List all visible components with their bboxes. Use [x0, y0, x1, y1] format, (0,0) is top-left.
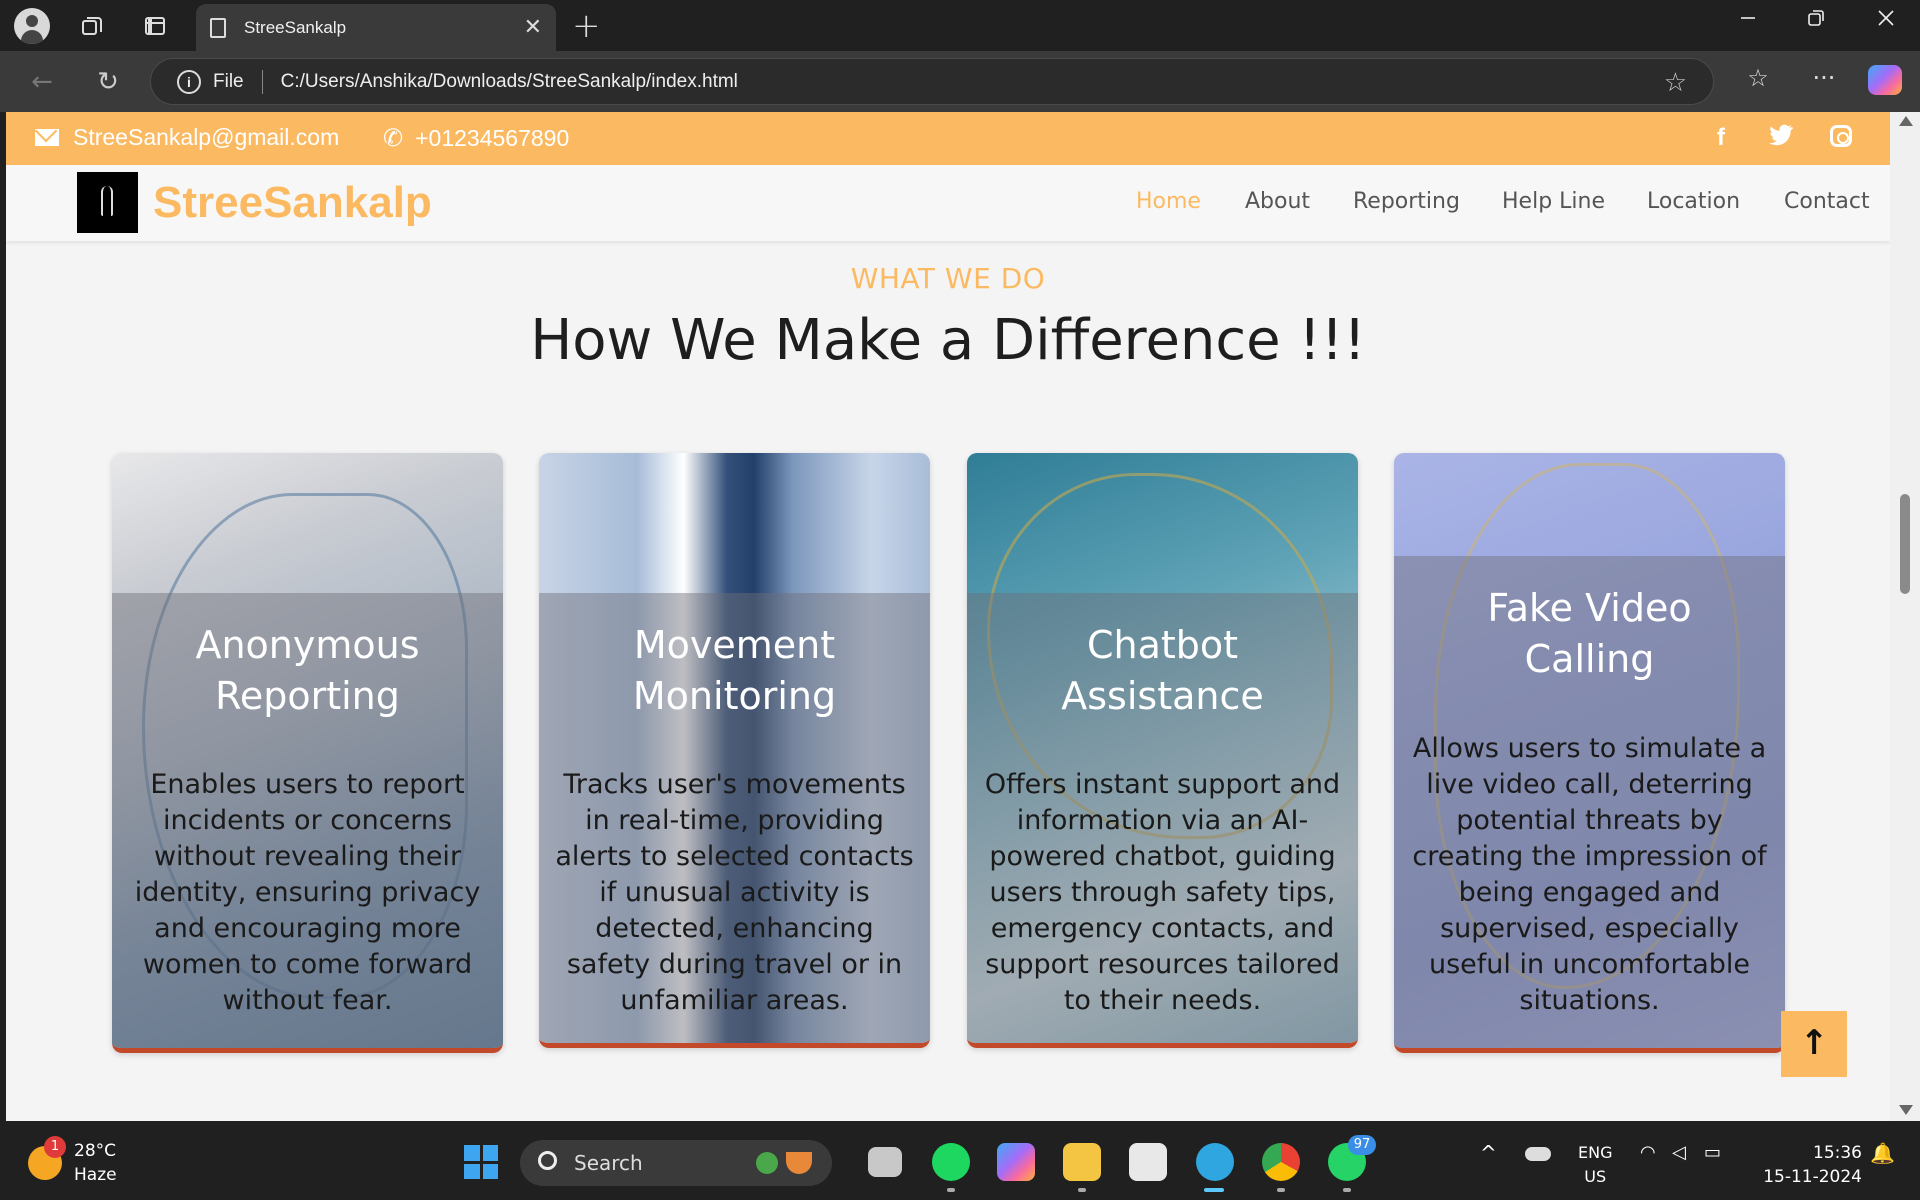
whatsapp-icon[interactable]: 97 — [1328, 1135, 1376, 1181]
site-info-icon[interactable]: i — [177, 69, 201, 94]
close-window-icon[interactable] — [1866, 8, 1906, 33]
weather-icon: 1 — [28, 1136, 66, 1180]
file-explorer-icon[interactable] — [1063, 1143, 1101, 1181]
feature-card-movement-monitoring[interactable]: Movement Monitoring Tracks user's movemen… — [539, 453, 930, 1048]
twitter-icon[interactable] — [1766, 124, 1796, 153]
copilot-icon[interactable] — [1868, 65, 1902, 95]
card-description: Enables users to report incidents or con… — [134, 769, 481, 1016]
start-menu-icon[interactable] — [464, 1145, 498, 1179]
volume-icon[interactable]: ◁ — [1672, 1141, 1686, 1165]
url-text[interactable]: C:/Users/Anshika/Downloads/StreeSankalp/… — [281, 71, 738, 93]
address-bar[interactable]: i File C:/Users/Anshika/Downloads/StreeS… — [150, 58, 1714, 105]
clock[interactable]: 15:36 15-11-2024 — [1758, 1141, 1862, 1189]
card-title: Chatbot Assistance — [1061, 623, 1264, 718]
card-description: Offers instant support and information v… — [984, 769, 1341, 1016]
show-hidden-icons[interactable]: ^ — [1480, 1141, 1497, 1165]
onedrive-icon[interactable] — [1525, 1147, 1551, 1161]
tab-close-icon[interactable]: ✕ — [524, 14, 542, 40]
search-highlight-icon — [756, 1152, 778, 1174]
back-to-top-button[interactable]: ↑ — [1781, 1011, 1847, 1077]
browser-tab-bar: StreeSankalp ✕ + — [0, 0, 1920, 51]
feature-card-anonymous-reporting[interactable]: Anonymous Reporting Enables users to repo… — [112, 453, 503, 1053]
card-description: Tracks user's movements in real-time, pr… — [555, 769, 914, 1016]
phone-text: +01234567890 — [415, 125, 570, 151]
card-title: Anonymous Reporting — [195, 623, 420, 718]
new-tab-button[interactable]: + — [572, 6, 601, 46]
clock-date: 15-11-2024 — [1763, 1167, 1862, 1187]
clock-time: 15:36 — [1813, 1143, 1862, 1163]
brand-logo[interactable] — [77, 172, 138, 233]
mail-icon — [35, 129, 59, 146]
weather-widget[interactable]: 1 28°C Haze — [28, 1136, 117, 1187]
tab-title: StreeSankalp — [244, 17, 347, 37]
search-label: Search — [574, 1151, 643, 1175]
nav-contact[interactable]: Contact — [1784, 189, 1870, 214]
page-viewport: StreeSankalp@gmail.com ✆ +01234567890 f … — [6, 112, 1890, 1121]
restore-icon[interactable] — [1796, 8, 1836, 33]
phone-icon: ✆ — [383, 125, 404, 152]
spotify-icon[interactable] — [932, 1143, 970, 1181]
profile-icon[interactable] — [14, 8, 50, 44]
instagram-icon[interactable] — [1826, 125, 1856, 154]
section-eyebrow: WHAT WE DO — [850, 262, 1046, 295]
brand-name[interactable]: StreeSankalp — [153, 178, 432, 228]
edge-icon[interactable] — [1196, 1143, 1234, 1181]
phone-contact[interactable]: ✆ +01234567890 — [383, 124, 569, 153]
tab-actions-icon[interactable] — [137, 9, 173, 43]
copilot-app-icon[interactable] — [997, 1143, 1035, 1181]
url-scheme-label: File — [213, 70, 244, 92]
diya-icon — [786, 1152, 812, 1174]
card-description: Allows users to simulate a live video ca… — [1412, 733, 1767, 1016]
nav-home[interactable]: Home — [1136, 189, 1201, 214]
nav-help-line[interactable]: Help Line — [1502, 189, 1605, 214]
language-indicator[interactable]: ENG US — [1578, 1141, 1612, 1189]
scroll-down-icon[interactable] — [1899, 1105, 1913, 1115]
wifi-icon[interactable]: ◠ — [1640, 1141, 1656, 1165]
card-title: Fake Video Calling — [1487, 586, 1692, 681]
refresh-icon[interactable]: ↻ — [90, 64, 126, 100]
workspaces-icon[interactable] — [74, 9, 110, 43]
nav-location[interactable]: Location — [1647, 189, 1740, 214]
page-scrollbar[interactable] — [1890, 112, 1920, 1121]
microsoft-store-icon[interactable] — [1129, 1143, 1167, 1181]
notification-badge: 1 — [44, 1136, 66, 1158]
weather-temp: 28°C — [74, 1141, 117, 1161]
address-bar-row: ← ↻ i File C:/Users/Anshika/Downloads/St… — [0, 51, 1920, 112]
search-icon — [538, 1151, 557, 1170]
more-icon[interactable]: ··· — [1806, 64, 1842, 92]
email-contact[interactable]: StreeSankalp@gmail.com — [35, 124, 339, 151]
minimize-icon[interactable] — [1728, 8, 1768, 33]
task-view-icon[interactable] — [868, 1147, 902, 1177]
section-heading: How We Make a Difference !!! — [530, 308, 1366, 373]
taskbar-search[interactable]: Search — [520, 1140, 832, 1186]
feature-card-chatbot-assistance[interactable]: Chatbot Assistance Offers instant support… — [967, 453, 1358, 1048]
browser-tab-active[interactable]: StreeSankalp ✕ — [196, 4, 556, 51]
email-text: StreeSankalp@gmail.com — [73, 124, 340, 150]
contact-topbar: StreeSankalp@gmail.com ✆ +01234567890 f — [6, 112, 1890, 165]
notifications-bell-icon[interactable]: 🔔 — [1870, 1141, 1895, 1165]
site-navbar: StreeSankalp Home About Reporting Help L… — [6, 165, 1890, 241]
document-icon — [210, 17, 226, 38]
nav-reporting[interactable]: Reporting — [1353, 189, 1460, 214]
favorites-icon[interactable]: ☆ — [1740, 64, 1776, 92]
whatsapp-badge: 97 — [1348, 1135, 1376, 1155]
feature-card-fake-video-calling[interactable]: Fake Video Calling Allows users to simula… — [1394, 453, 1785, 1053]
windows-taskbar: 1 28°C Haze Search 97 ^ ENG US ◠ ◁ ▭ 15:3… — [0, 1121, 1920, 1200]
scrollbar-thumb[interactable] — [1900, 494, 1910, 594]
chrome-icon[interactable] — [1262, 1143, 1300, 1181]
card-title: Movement Monitoring — [632, 623, 837, 718]
back-icon[interactable]: ← — [24, 64, 60, 100]
nav-about[interactable]: About — [1245, 189, 1310, 214]
weather-desc: Haze — [74, 1165, 117, 1185]
scroll-up-icon[interactable] — [1899, 116, 1913, 126]
facebook-icon[interactable]: f — [1706, 124, 1736, 152]
favorite-star-icon[interactable]: ☆ — [1664, 67, 1687, 98]
battery-icon[interactable]: ▭ — [1704, 1141, 1721, 1165]
